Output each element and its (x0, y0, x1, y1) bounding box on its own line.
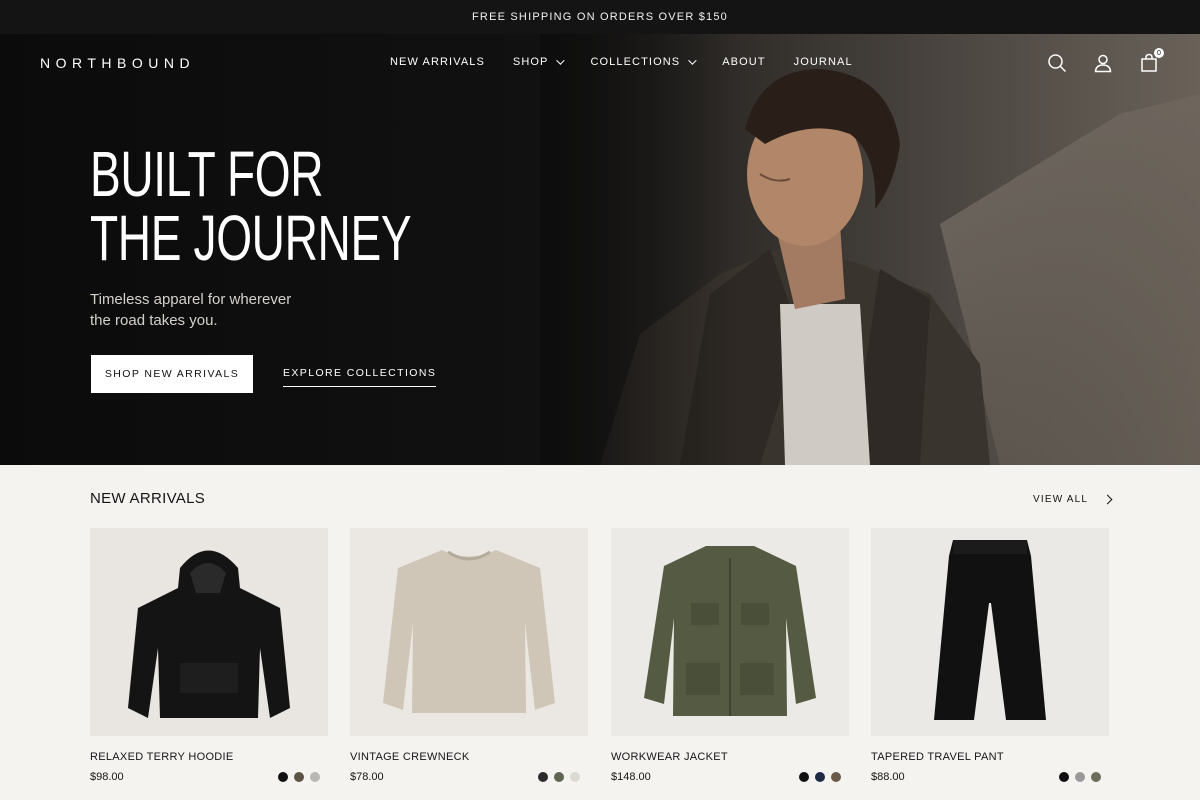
product-name[interactable]: VINTAGE CREWNECK (350, 751, 588, 763)
announcement-bar: FREE SHIPPING ON ORDERS OVER $150 (0, 0, 1200, 34)
product-price: $78.00 (350, 771, 384, 783)
product-name[interactable]: TAPERED TRAVEL PANT (871, 751, 1109, 763)
headline-line-1: BUILT FOR (90, 138, 324, 210)
nav-label: COLLECTIONS (590, 56, 681, 68)
product-price: $98.00 (90, 771, 124, 783)
nav-label: JOURNAL (793, 56, 853, 68)
hero-shade-overlay (540, 34, 740, 465)
explore-collections-link[interactable]: EXPLORE COLLECTIONS (283, 367, 437, 387)
color-swatches (1059, 772, 1101, 782)
color-swatches (538, 772, 580, 782)
headline-line-2: THE JOURNEY (90, 202, 412, 274)
search-icon[interactable] (1046, 52, 1068, 74)
pants-image[interactable] (871, 528, 1109, 736)
chevron-right-icon (1102, 494, 1113, 505)
swatch-cream[interactable] (570, 772, 580, 782)
product-price: $148.00 (611, 771, 651, 783)
swatch-grey[interactable] (310, 772, 320, 782)
nav-label: NEW ARRIVALS (390, 56, 485, 68)
nav-collections[interactable]: COLLECTIONS (590, 56, 697, 68)
swatch-navy[interactable] (815, 772, 825, 782)
swatch-black[interactable] (278, 772, 288, 782)
new-arrivals-title: NEW ARRIVALS (90, 490, 206, 507)
product-card[interactable]: RELAXED TERRY HOODIE $98.00 (90, 528, 328, 783)
chevron-down-icon (688, 56, 697, 65)
nav-about[interactable]: ABOUT (722, 56, 765, 68)
product-card[interactable]: VINTAGE CREWNECK $78.00 (350, 528, 588, 783)
cart-button[interactable]: 0 (1138, 48, 1164, 74)
main-nav: NEW ARRIVALS SHOP COLLECTIONS ABOUT JOUR… (390, 56, 853, 68)
swatch-tan[interactable] (831, 772, 841, 782)
hero-subhead: Timeless apparel for wherever the road t… (90, 289, 330, 331)
product-card[interactable]: TAPERED TRAVEL PANT $88.00 (871, 528, 1109, 783)
nav-label: SHOP (512, 56, 549, 68)
swatch-brown[interactable] (294, 772, 304, 782)
swatch-olive[interactable] (1091, 772, 1101, 782)
nav-journal[interactable]: JOURNAL (794, 56, 853, 68)
swatch-olive[interactable] (554, 772, 564, 782)
jacket-image[interactable] (611, 528, 849, 736)
nav-label: ABOUT (722, 56, 766, 68)
swatch-black[interactable] (1059, 772, 1069, 782)
subhead-line-2: the road takes you. (90, 312, 218, 329)
nav-shop[interactable]: SHOP (512, 56, 566, 68)
hoodie-image[interactable] (90, 528, 328, 736)
product-name[interactable]: WORKWEAR JACKET (611, 751, 849, 763)
chevron-down-icon (556, 56, 566, 65)
user-icon[interactable] (1092, 52, 1114, 74)
brand-logo[interactable]: NORTHBOUND (40, 55, 195, 71)
view-all-link[interactable]: VIEW ALL (1033, 494, 1113, 505)
hero-banner: BUILT FOR THE JOURNEY Timeless apparel f… (0, 34, 1200, 465)
product-card[interactable]: WORKWEAR JACKET $148.00 (611, 528, 849, 783)
hero-headline: BUILT FOR THE JOURNEY (90, 142, 464, 270)
product-name[interactable]: RELAXED TERRY HOODIE (90, 751, 328, 763)
crewneck-image[interactable] (350, 528, 588, 736)
nav-new-arrivals[interactable]: NEW ARRIVALS (390, 56, 485, 68)
swatch-charcoal[interactable] (538, 772, 548, 782)
site-header: NORTHBOUND NEW ARRIVALS SHOP COLLECTIONS… (0, 34, 1200, 92)
subhead-line-1: Timeless apparel for wherever (90, 291, 292, 308)
announcement-text: FREE SHIPPING ON ORDERS OVER $150 (472, 11, 728, 23)
shop-new-arrivals-button[interactable]: SHOP NEW ARRIVALS (91, 355, 253, 393)
color-swatches (278, 772, 320, 782)
cart-count-badge: 0 (1154, 48, 1164, 58)
swatch-black[interactable] (799, 772, 809, 782)
swatch-grey[interactable] (1075, 772, 1085, 782)
color-swatches (799, 772, 841, 782)
view-all-label: VIEW ALL (1033, 494, 1089, 505)
product-price: $88.00 (871, 771, 905, 783)
